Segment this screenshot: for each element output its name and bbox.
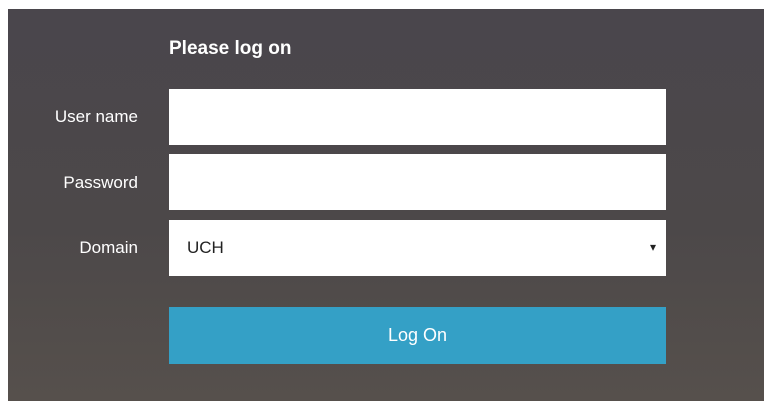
- log-on-button-label: Log On: [387, 325, 448, 345]
- domain-select[interactable]: UCH ▾: [169, 220, 666, 276]
- log-on-button[interactable]: Log On: [169, 307, 666, 364]
- username-label: User name: [54, 107, 138, 126]
- domain-label: Domain: [79, 238, 138, 257]
- username-input[interactable]: [169, 89, 666, 145]
- password-input[interactable]: [169, 154, 666, 210]
- form-title: Please log on: [169, 38, 292, 59]
- login-panel: Please log on User name Password Domain …: [8, 9, 764, 401]
- password-label: Password: [63, 173, 138, 192]
- domain-selected-value: UCH: [187, 238, 224, 257]
- chevron-down-icon: ▾: [649, 240, 656, 254]
